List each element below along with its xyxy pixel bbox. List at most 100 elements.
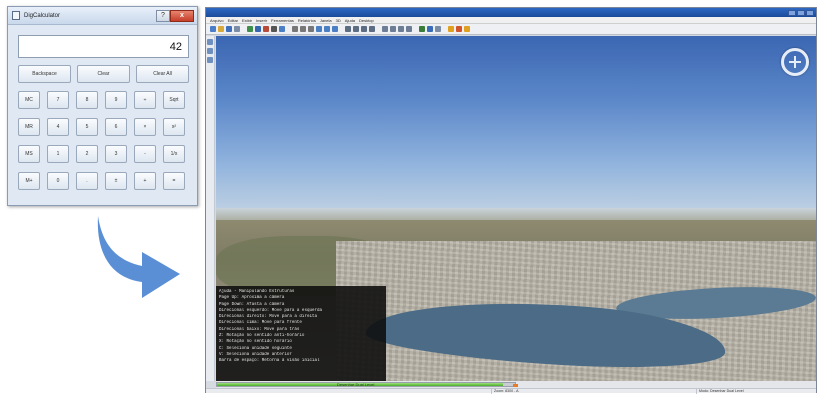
status-zoom: Zoom: 8300 - A (491, 389, 651, 394)
menu-file[interactable]: Arquivo (210, 18, 224, 23)
side-tool-icon[interactable] (207, 57, 213, 63)
menu-tools[interactable]: Ferramentas (271, 18, 294, 23)
calculator-titlebar[interactable]: DigCalculator ? x (8, 7, 197, 25)
sun-icon[interactable] (448, 26, 454, 32)
backspace-button[interactable]: Backspace (18, 65, 71, 83)
side-tool-icon[interactable] (207, 48, 213, 54)
table-icon[interactable] (353, 26, 359, 32)
progress-end-marker (513, 384, 518, 387)
close-icon[interactable] (806, 9, 814, 16)
refresh-icon[interactable] (406, 26, 412, 32)
minimize-icon[interactable] (788, 9, 796, 16)
chart-icon[interactable] (361, 26, 367, 32)
side-tool-icon[interactable] (207, 39, 213, 45)
polygon-icon[interactable] (308, 26, 314, 32)
multiply-button[interactable]: × (134, 118, 156, 136)
view-icon[interactable] (427, 26, 433, 32)
3d-map-view[interactable]: Ajuda - Manipulando Estruturas Page Up: … (216, 36, 816, 381)
divide-button[interactable]: ÷ (134, 91, 156, 109)
rotate-icon[interactable] (279, 26, 285, 32)
menu-insert[interactable]: Inserir (256, 18, 267, 23)
toolbar (206, 24, 816, 35)
clear-button[interactable]: Clear (77, 65, 130, 83)
menu-bar: Arquivo Editar Exibir Inserir Ferramenta… (206, 17, 816, 24)
memory-store-button[interactable]: MS (18, 145, 40, 163)
menu-reports[interactable]: Relatórios (298, 18, 316, 23)
layer-icon[interactable] (247, 26, 253, 32)
compass-navigation-icon[interactable] (781, 48, 809, 76)
progress-area: Desenhar Dual Level (216, 381, 816, 388)
magnifier-icon[interactable] (435, 26, 441, 32)
grid-icon[interactable] (345, 26, 351, 32)
digit-2-button[interactable]: 2 (76, 145, 98, 163)
menu-window[interactable]: Janela (320, 18, 332, 23)
light-icon[interactable] (464, 26, 470, 32)
measure-icon[interactable] (324, 26, 330, 32)
help-button[interactable]: ? (156, 9, 170, 22)
circle-icon[interactable] (300, 26, 306, 32)
menu-desktop[interactable]: Desktop (359, 18, 374, 23)
menu-view[interactable]: Exibir (242, 18, 252, 23)
status-mode: Modo: Desenhar Dual Level (696, 389, 816, 394)
map-viewer-window: Arquivo Editar Exibir Inserir Ferramenta… (205, 7, 817, 394)
select-icon[interactable] (332, 26, 338, 32)
line-icon[interactable] (271, 26, 277, 32)
digit-1-button[interactable]: 1 (47, 145, 69, 163)
keypad-row: M+ 0 . ± + = (18, 172, 185, 190)
calculator-title: DigCalculator (24, 12, 61, 19)
menu-3d[interactable]: 3D (336, 18, 341, 23)
equals-button[interactable]: = (163, 172, 185, 190)
help-line: Barra de espaço: Retorna à visão inicial (219, 359, 320, 364)
progress-bar: Desenhar Dual Level (216, 382, 518, 387)
memory-add-button[interactable]: M+ (18, 172, 40, 190)
subtract-button[interactable]: - (134, 145, 156, 163)
new-file-icon[interactable] (210, 26, 216, 32)
add-button[interactable]: + (134, 172, 156, 190)
sign-toggle-button[interactable]: ± (105, 172, 127, 190)
calculator-display: 42 (18, 35, 189, 58)
search-icon[interactable] (234, 26, 240, 32)
keypad-row: MC 7 8 9 ÷ Sqrt (18, 91, 185, 109)
viewer-titlebar[interactable] (206, 8, 816, 17)
reciprocal-button[interactable]: 1/x (163, 145, 185, 163)
decimal-button[interactable]: . (76, 172, 98, 190)
keyboard-help-panel: Ajuda - Manipulando Estruturas Page Up: … (216, 286, 386, 381)
clear-all-button[interactable]: Clear All (136, 65, 189, 83)
digit-9-button[interactable]: 9 (105, 91, 127, 109)
menu-edit[interactable]: Editar (228, 18, 238, 23)
filter-icon[interactable] (369, 26, 375, 32)
maximize-icon[interactable] (797, 9, 805, 16)
sqrt-button[interactable]: Sqrt (163, 91, 185, 109)
digit-3-button[interactable]: 3 (105, 145, 127, 163)
viewer-window-controls[interactable] (787, 9, 814, 16)
square-button[interactable]: x² (163, 118, 185, 136)
digit-6-button[interactable]: 6 (105, 118, 127, 136)
pencil-icon[interactable] (316, 26, 322, 32)
digit-7-button[interactable]: 7 (47, 91, 69, 109)
pan-icon[interactable] (398, 26, 404, 32)
globe-icon[interactable] (255, 26, 261, 32)
fire-icon[interactable] (456, 26, 462, 32)
top-button-row: Backspace Clear Clear All (18, 65, 189, 83)
keypad-row: MR 4 5 6 × x² (18, 118, 185, 136)
save-icon[interactable] (226, 26, 232, 32)
memory-recall-button[interactable]: MR (18, 118, 40, 136)
digit-4-button[interactable]: 4 (47, 118, 69, 136)
open-folder-icon[interactable] (218, 26, 224, 32)
zoom-in-icon[interactable] (382, 26, 388, 32)
side-toolbar (206, 36, 215, 381)
keypad-row: MS 1 2 3 - 1/x (18, 145, 185, 163)
menu-help[interactable]: Ajuda (345, 18, 355, 23)
draw-icon[interactable] (263, 26, 269, 32)
rectangle-icon[interactable] (292, 26, 298, 32)
zoom-out-icon[interactable] (390, 26, 396, 32)
digit-8-button[interactable]: 8 (76, 91, 98, 109)
camera-icon[interactable] (419, 26, 425, 32)
sky (216, 36, 816, 216)
status-bar: Zoom: 8300 - A Modo: Desenhar Dual Level (206, 388, 816, 394)
memory-clear-button[interactable]: MC (18, 91, 40, 109)
digit-0-button[interactable]: 0 (47, 172, 69, 190)
digit-5-button[interactable]: 5 (76, 118, 98, 136)
close-button[interactable]: x (170, 9, 194, 22)
progress-label: Desenhar Dual Level (337, 382, 375, 387)
